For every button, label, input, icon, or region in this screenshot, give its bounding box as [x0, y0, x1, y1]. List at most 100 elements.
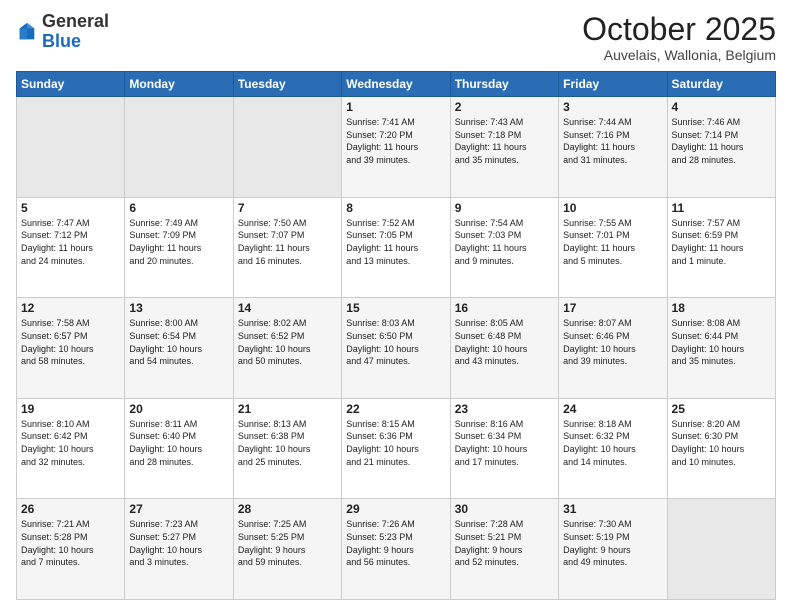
day-cell: 14 Sunrise: 8:02 AM Sunset: 6:52 PM Dayli…	[233, 298, 341, 399]
day-info: Sunrise: 7:54 AM Sunset: 7:03 PM Dayligh…	[455, 217, 554, 267]
day-cell: 28 Sunrise: 7:25 AM Sunset: 5:25 PM Dayli…	[233, 499, 341, 600]
calendar-table: SundayMondayTuesdayWednesdayThursdayFrid…	[16, 71, 776, 600]
day-cell: 12Sunrise: 7:58 AM Sunset: 6:57 PM Dayli…	[17, 298, 125, 399]
week-row-5: 26 Sunrise: 7:21 AM Sunset: 5:28 PM Dayli…	[17, 499, 776, 600]
day-cell: 25Sunrise: 8:20 AM Sunset: 6:30 PM Dayli…	[667, 398, 775, 499]
location-subtitle: Auvelais, Wallonia, Belgium	[582, 47, 776, 63]
day-number: 23	[455, 402, 554, 416]
day-cell: 18 Sunrise: 8:08 AM Sunset: 6:44 PM Dayli…	[667, 298, 775, 399]
day-cell: 13Sunrise: 8:00 AM Sunset: 6:54 PM Dayli…	[125, 298, 233, 399]
day-cell: 8Sunrise: 7:52 AM Sunset: 7:05 PM Daylig…	[342, 197, 450, 298]
calendar-header: SundayMondayTuesdayWednesdayThursdayFrid…	[17, 72, 776, 97]
day-cell: 24 Sunrise: 8:18 AM Sunset: 6:32 PM Dayli…	[559, 398, 667, 499]
day-info: Sunrise: 8:08 AM Sunset: 6:44 PM Dayligh…	[672, 317, 771, 367]
day-cell: 9 Sunrise: 7:54 AM Sunset: 7:03 PM Daylig…	[450, 197, 558, 298]
day-info: Sunrise: 7:47 AM Sunset: 7:12 PM Dayligh…	[21, 217, 120, 267]
day-info: Sunrise: 7:46 AM Sunset: 7:14 PM Dayligh…	[672, 116, 771, 166]
day-number: 29	[346, 502, 445, 516]
day-number: 18	[672, 301, 771, 315]
day-info: Sunrise: 8:16 AM Sunset: 6:34 PM Dayligh…	[455, 418, 554, 468]
month-title: October 2025	[582, 12, 776, 47]
header: General Blue October 2025 Auvelais, Wall…	[16, 12, 776, 63]
day-number: 19	[21, 402, 120, 416]
day-cell: 4 Sunrise: 7:46 AM Sunset: 7:14 PM Daylig…	[667, 97, 775, 198]
weekday-row: SundayMondayTuesdayWednesdayThursdayFrid…	[17, 72, 776, 97]
day-number: 24	[563, 402, 662, 416]
day-number: 30	[455, 502, 554, 516]
day-number: 13	[129, 301, 228, 315]
title-block: October 2025 Auvelais, Wallonia, Belgium	[582, 12, 776, 63]
day-info: Sunrise: 8:20 AM Sunset: 6:30 PM Dayligh…	[672, 418, 771, 468]
day-number: 9	[455, 201, 554, 215]
day-number: 1	[346, 100, 445, 114]
day-info: Sunrise: 8:02 AM Sunset: 6:52 PM Dayligh…	[238, 317, 337, 367]
day-cell: 1 Sunrise: 7:41 AM Sunset: 7:20 PM Daylig…	[342, 97, 450, 198]
day-info: Sunrise: 7:52 AM Sunset: 7:05 PM Dayligh…	[346, 217, 445, 267]
day-cell: 16Sunrise: 8:05 AM Sunset: 6:48 PM Dayli…	[450, 298, 558, 399]
weekday-header-friday: Friday	[559, 72, 667, 97]
day-info: Sunrise: 7:43 AM Sunset: 7:18 PM Dayligh…	[455, 116, 554, 166]
day-cell: 2 Sunrise: 7:43 AM Sunset: 7:18 PM Daylig…	[450, 97, 558, 198]
day-cell: 19 Sunrise: 8:10 AM Sunset: 6:42 PM Dayli…	[17, 398, 125, 499]
week-row-2: 5Sunrise: 7:47 AM Sunset: 7:12 PM Daylig…	[17, 197, 776, 298]
day-info: Sunrise: 7:55 AM Sunset: 7:01 PM Dayligh…	[563, 217, 662, 267]
day-cell: 3 Sunrise: 7:44 AM Sunset: 7:16 PM Daylig…	[559, 97, 667, 198]
day-number: 31	[563, 502, 662, 516]
week-row-1: 1 Sunrise: 7:41 AM Sunset: 7:20 PM Daylig…	[17, 97, 776, 198]
day-cell: 17 Sunrise: 8:07 AM Sunset: 6:46 PM Dayli…	[559, 298, 667, 399]
day-info: Sunrise: 8:11 AM Sunset: 6:40 PM Dayligh…	[129, 418, 228, 468]
calendar-body: 1 Sunrise: 7:41 AM Sunset: 7:20 PM Daylig…	[17, 97, 776, 600]
day-cell: 10 Sunrise: 7:55 AM Sunset: 7:01 PM Dayli…	[559, 197, 667, 298]
day-number: 26	[21, 502, 120, 516]
day-info: Sunrise: 8:15 AM Sunset: 6:36 PM Dayligh…	[346, 418, 445, 468]
day-number: 7	[238, 201, 337, 215]
day-cell: 15 Sunrise: 8:03 AM Sunset: 6:50 PM Dayli…	[342, 298, 450, 399]
day-info: Sunrise: 7:28 AM Sunset: 5:21 PM Dayligh…	[455, 518, 554, 568]
weekday-header-saturday: Saturday	[667, 72, 775, 97]
day-number: 3	[563, 100, 662, 114]
day-info: Sunrise: 8:10 AM Sunset: 6:42 PM Dayligh…	[21, 418, 120, 468]
day-number: 27	[129, 502, 228, 516]
day-info: Sunrise: 8:18 AM Sunset: 6:32 PM Dayligh…	[563, 418, 662, 468]
week-row-3: 12Sunrise: 7:58 AM Sunset: 6:57 PM Dayli…	[17, 298, 776, 399]
day-info: Sunrise: 7:49 AM Sunset: 7:09 PM Dayligh…	[129, 217, 228, 267]
day-number: 4	[672, 100, 771, 114]
day-number: 14	[238, 301, 337, 315]
day-number: 17	[563, 301, 662, 315]
day-number: 12	[21, 301, 120, 315]
day-cell: 21Sunrise: 8:13 AM Sunset: 6:38 PM Dayli…	[233, 398, 341, 499]
day-info: Sunrise: 7:26 AM Sunset: 5:23 PM Dayligh…	[346, 518, 445, 568]
day-number: 10	[563, 201, 662, 215]
day-cell	[667, 499, 775, 600]
day-number: 2	[455, 100, 554, 114]
day-info: Sunrise: 8:03 AM Sunset: 6:50 PM Dayligh…	[346, 317, 445, 367]
day-info: Sunrise: 7:21 AM Sunset: 5:28 PM Dayligh…	[21, 518, 120, 568]
day-info: Sunrise: 7:25 AM Sunset: 5:25 PM Dayligh…	[238, 518, 337, 568]
day-cell: 20 Sunrise: 8:11 AM Sunset: 6:40 PM Dayli…	[125, 398, 233, 499]
day-info: Sunrise: 7:41 AM Sunset: 7:20 PM Dayligh…	[346, 116, 445, 166]
logo-general-text: General	[42, 11, 109, 31]
day-cell: 26 Sunrise: 7:21 AM Sunset: 5:28 PM Dayli…	[17, 499, 125, 600]
day-info: Sunrise: 7:30 AM Sunset: 5:19 PM Dayligh…	[563, 518, 662, 568]
day-number: 16	[455, 301, 554, 315]
day-cell: 11Sunrise: 7:57 AM Sunset: 6:59 PM Dayli…	[667, 197, 775, 298]
day-info: Sunrise: 7:23 AM Sunset: 5:27 PM Dayligh…	[129, 518, 228, 568]
day-info: Sunrise: 7:44 AM Sunset: 7:16 PM Dayligh…	[563, 116, 662, 166]
day-info: Sunrise: 8:07 AM Sunset: 6:46 PM Dayligh…	[563, 317, 662, 367]
day-info: Sunrise: 8:13 AM Sunset: 6:38 PM Dayligh…	[238, 418, 337, 468]
page: General Blue October 2025 Auvelais, Wall…	[0, 0, 792, 612]
day-cell: 22 Sunrise: 8:15 AM Sunset: 6:36 PM Dayli…	[342, 398, 450, 499]
day-number: 11	[672, 201, 771, 215]
weekday-header-monday: Monday	[125, 72, 233, 97]
day-cell: 30 Sunrise: 7:28 AM Sunset: 5:21 PM Dayli…	[450, 499, 558, 600]
day-number: 22	[346, 402, 445, 416]
day-number: 28	[238, 502, 337, 516]
logo: General Blue	[16, 12, 109, 52]
week-row-4: 19 Sunrise: 8:10 AM Sunset: 6:42 PM Dayli…	[17, 398, 776, 499]
day-cell: 31 Sunrise: 7:30 AM Sunset: 5:19 PM Dayli…	[559, 499, 667, 600]
day-cell: 6Sunrise: 7:49 AM Sunset: 7:09 PM Daylig…	[125, 197, 233, 298]
day-number: 20	[129, 402, 228, 416]
day-number: 15	[346, 301, 445, 315]
day-cell	[233, 97, 341, 198]
day-cell	[17, 97, 125, 198]
